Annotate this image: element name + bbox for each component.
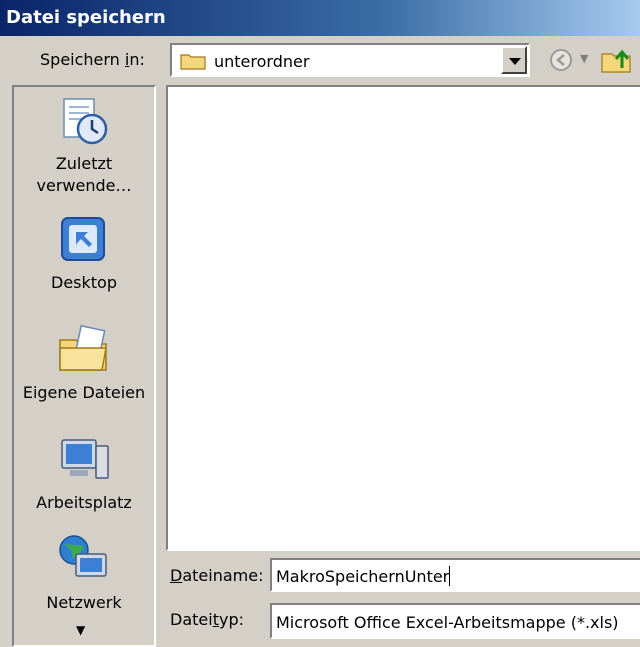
my-computer-icon [61,439,109,479]
file-list[interactable] [166,85,640,551]
dialog-title: Datei speichern [6,7,166,28]
folder-icon [180,54,206,70]
filetype-combobox[interactable]: Microsoft Office Excel-Arbeitsmappe (*.x… [270,603,640,639]
my-documents-icon [59,324,107,371]
recent-documents-icon [63,98,108,145]
filetype-label: Dateityp: [170,610,244,629]
place-my-documents[interactable]: Eigene Dateien [14,322,154,404]
filetype-value: Microsoft Office Excel-Arbeitsmappe (*.x… [276,613,619,632]
place-network[interactable]: Netzwerk [14,532,154,614]
desktop-icon [61,217,105,261]
place-label: Netzwerk [46,593,122,612]
save-in-dropdown-button[interactable] [501,46,527,74]
title-bar[interactable]: Datei speichern [0,0,640,36]
places-scroll-down-icon[interactable]: ▼ [76,623,85,637]
back-arrow-icon[interactable] [547,46,575,74]
folder-up-icon[interactable] [600,46,634,74]
place-recent[interactable]: Zuletzt verwende… [14,93,154,197]
places-bar: Zuletzt verwende… Desktop Eigene Dateien… [12,85,156,647]
place-label: Eigene Dateien [22,383,146,402]
place-label: Arbeitsplatz [36,493,132,512]
filename-value: MakroSpeichernUnter [276,567,450,586]
network-icon [59,535,107,577]
filename-input[interactable]: MakroSpeichernUnter [270,558,640,592]
current-folder-name: unterordner [214,52,310,71]
filename-label: Dateiname: [170,566,264,585]
place-label: Zuletzt verwende… [36,154,132,195]
text-caret [449,566,451,586]
save-in-combobox[interactable]: unterordner [170,43,530,77]
save-in-label: Speichern in: [40,50,145,69]
back-history-dropdown[interactable]: ▼ [580,52,588,65]
place-my-computer[interactable]: Arbeitsplatz [14,432,154,514]
place-label: Desktop [51,273,117,292]
place-desktop[interactable]: Desktop [14,212,154,294]
